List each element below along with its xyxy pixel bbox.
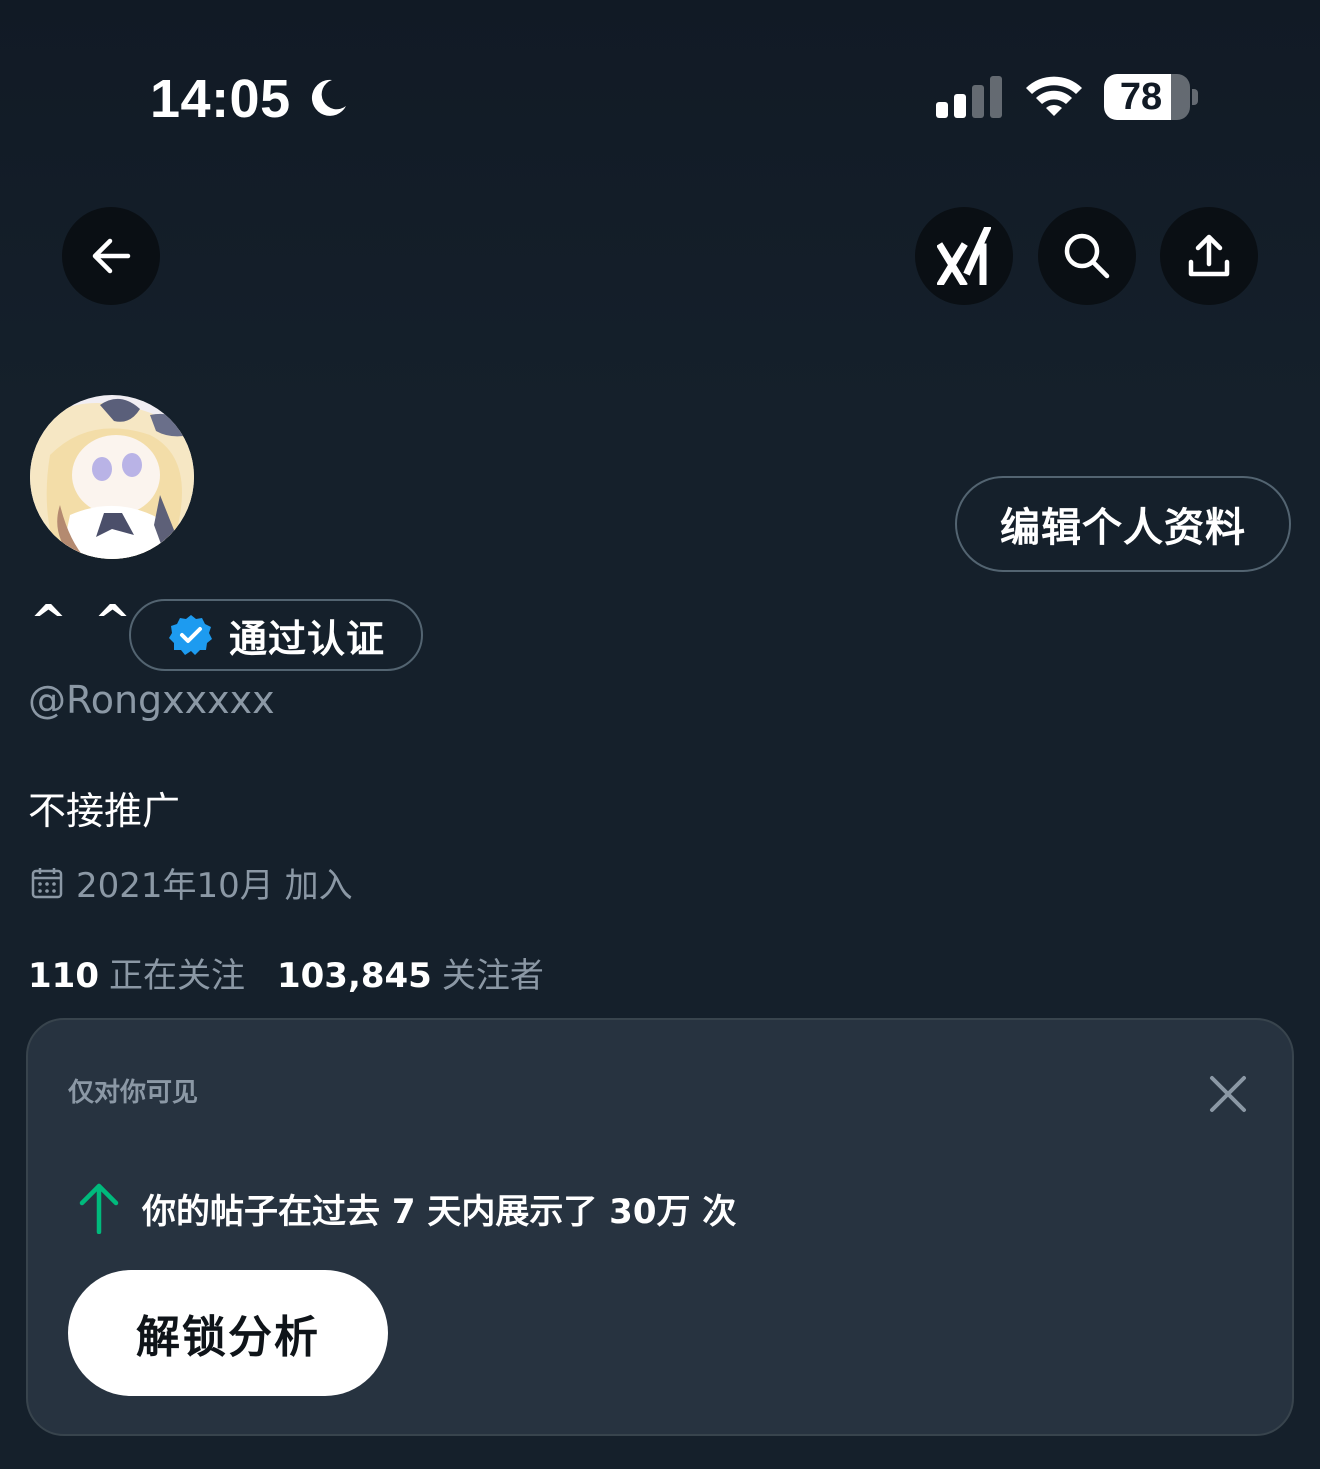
- analytics-card: 仅对你可见 你的帖子在过去 7 天内展示了 30万 次 解锁分析: [26, 1018, 1294, 1436]
- verified-badge-button[interactable]: 通过认证: [129, 599, 423, 671]
- impressions-row: 你的帖子在过去 7 天内展示了 30万 次: [78, 1182, 736, 1234]
- verified-label: 通过认证: [229, 616, 386, 661]
- signal-icon: [936, 76, 1002, 118]
- followers-label[interactable]: 关注者: [442, 948, 544, 997]
- join-date: 2021年10月 加入: [30, 858, 353, 907]
- grok-icon: [937, 227, 991, 285]
- calendar-icon: [31, 867, 63, 898]
- following-label[interactable]: 正在关注: [109, 948, 245, 997]
- follow-stats: 110 正在关注 103,845 关注者: [28, 948, 576, 997]
- share-icon: [1188, 234, 1230, 277]
- avatar-image: [30, 395, 194, 559]
- visibility-tag: 仅对你可见: [68, 1078, 199, 1108]
- search-icon: [1064, 233, 1110, 279]
- following-count[interactable]: 110: [28, 956, 99, 996]
- profile-screen: 14:05 78 编辑个人资料 ^ ^ 通过认证 @Rongxxxxx 不接推广…: [0, 0, 1320, 1469]
- trend-up-icon: [79, 1183, 119, 1234]
- verified-badge-icon: [169, 615, 212, 655]
- bio: 不接推广: [28, 789, 181, 833]
- followers-count[interactable]: 103,845: [277, 956, 432, 996]
- battery-indicator: 78: [1104, 74, 1190, 120]
- wifi-icon: [1026, 76, 1082, 116]
- back-arrow-icon: [92, 238, 131, 274]
- unlock-analytics-button[interactable]: 解锁分析: [68, 1270, 388, 1396]
- battery-cap: [1192, 89, 1198, 105]
- avatar[interactable]: [28, 393, 196, 561]
- grok-button[interactable]: [915, 207, 1013, 305]
- status-time: 14:05: [150, 69, 291, 129]
- user-handle: @Rongxxxxx: [28, 678, 275, 722]
- battery-level: 78: [1119, 76, 1163, 118]
- moon-icon: [311, 79, 346, 116]
- impressions-message: 你的帖子在过去 7 天内展示了 30万 次: [142, 1191, 737, 1232]
- edit-profile-button[interactable]: 编辑个人资料: [955, 476, 1291, 572]
- display-name: ^ ^: [30, 596, 138, 647]
- join-date-text: 2021年10月 加入: [76, 866, 353, 906]
- share-button[interactable]: [1160, 207, 1258, 305]
- back-button[interactable]: [62, 207, 160, 305]
- close-icon[interactable]: [1206, 1072, 1250, 1116]
- search-button[interactable]: [1038, 207, 1136, 305]
